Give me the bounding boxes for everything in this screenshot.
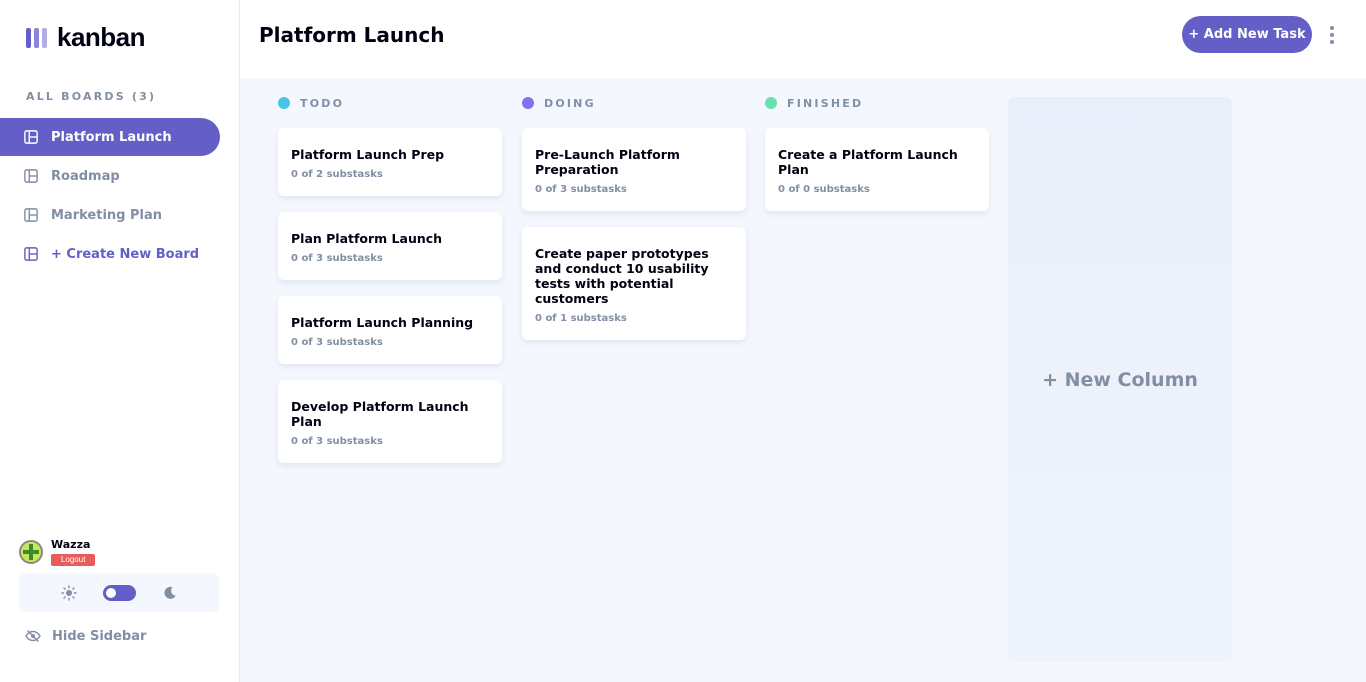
sidebar-item-label: Roadmap	[51, 168, 120, 184]
user-panel: Wazza Logout	[19, 538, 96, 566]
task-title: Platform Launch Planning	[291, 315, 474, 330]
board-icon	[24, 247, 38, 261]
status-dot	[765, 97, 777, 109]
task-subtasks: 0 of 2 substasks	[291, 169, 383, 180]
hide-sidebar-label: Hide Sidebar	[52, 628, 147, 644]
sidebar-item-platform-launch[interactable]: Platform Launch	[0, 118, 220, 156]
logo-icon	[26, 27, 47, 48]
task-card[interactable]: Platform Launch Prep 0 of 2 substasks	[278, 128, 502, 196]
task-title: Develop Platform Launch Plan	[291, 399, 469, 429]
column-title: TODO	[300, 96, 345, 110]
task-card[interactable]: Plan Platform Launch 0 of 3 substasks	[278, 212, 502, 280]
task-subtasks: 0 of 3 substasks	[535, 184, 627, 195]
task-title: Plan Platform Launch	[291, 231, 443, 246]
new-column-label: + New Column	[1042, 368, 1198, 391]
column-title: DOING	[544, 96, 596, 110]
add-task-button[interactable]: + Add New Task	[1182, 16, 1312, 53]
new-column-button[interactable]: + New Column	[1008, 97, 1232, 662]
task-card[interactable]: Pre-Launch Platform Preparation 0 of 3 s…	[522, 128, 746, 211]
task-subtasks: 0 of 0 substasks	[778, 184, 870, 195]
top-header: Platform Launch + Add New Task	[240, 0, 1366, 78]
task-subtasks: 0 of 3 substasks	[291, 436, 383, 447]
board-icon	[24, 169, 38, 183]
task-card[interactable]: Develop Platform Launch Plan 0 of 3 subs…	[278, 380, 502, 463]
page-title: Platform Launch	[259, 23, 445, 47]
task-subtasks: 0 of 3 substasks	[291, 253, 383, 264]
task-card[interactable]: Platform Launch Planning 0 of 3 substask…	[278, 296, 502, 364]
sidebar-item-roadmap[interactable]: Roadmap	[0, 157, 220, 195]
task-title: Pre-Launch Platform Preparation	[535, 147, 680, 177]
theme-switch[interactable]	[102, 584, 136, 601]
column-title: FINISHED	[787, 96, 864, 110]
logo-text: kanban	[57, 22, 146, 52]
create-board-button[interactable]: + Create New Board	[0, 235, 220, 273]
eye-slash-icon	[25, 630, 41, 642]
theme-toggle	[19, 573, 219, 612]
board-icon	[24, 130, 38, 144]
column-todo: TODO Platform Launch Prep 0 of 2 substas…	[278, 96, 502, 479]
board-icon	[24, 208, 38, 222]
sidebar-item-label: Platform Launch	[51, 129, 172, 145]
create-board-label: + Create New Board	[51, 246, 200, 262]
sun-icon	[60, 584, 77, 601]
task-subtasks: 0 of 3 substasks	[291, 337, 383, 348]
hide-sidebar-button[interactable]: Hide Sidebar	[25, 628, 146, 644]
status-dot	[522, 97, 534, 109]
task-title: Create a Platform Launch Plan	[778, 147, 958, 177]
kebab-icon[interactable]	[1325, 24, 1339, 46]
sidebar: kanban ALL BOARDS (3) Platform Launch Ro…	[0, 0, 240, 682]
task-card[interactable]: Create paper prototypes and conduct 10 u…	[522, 227, 746, 340]
task-card[interactable]: Create a Platform Launch Plan 0 of 0 sub…	[765, 128, 989, 211]
avatar	[19, 540, 43, 564]
task-title: Create paper prototypes and conduct 10 u…	[535, 246, 709, 306]
sidebar-item-marketing-plan[interactable]: Marketing Plan	[0, 196, 220, 234]
user-name: Wazza	[51, 538, 91, 551]
task-title: Platform Launch Prep	[291, 147, 445, 162]
status-dot	[278, 97, 290, 109]
column-finished: FINISHED Create a Platform Launch Plan 0…	[765, 96, 989, 227]
moon-icon	[163, 586, 176, 599]
column-doing: DOING Pre-Launch Platform Preparation 0 …	[522, 96, 746, 356]
sidebar-item-label: Marketing Plan	[51, 207, 163, 223]
app-logo[interactable]: kanban	[26, 22, 146, 53]
switch-knob	[105, 587, 116, 598]
board-nav: Platform Launch Roadmap Marketing Plan +…	[0, 118, 220, 274]
logout-button[interactable]: Logout	[51, 554, 96, 566]
boards-heading: ALL BOARDS (3)	[26, 90, 157, 103]
task-subtasks: 0 of 1 substasks	[535, 313, 627, 324]
